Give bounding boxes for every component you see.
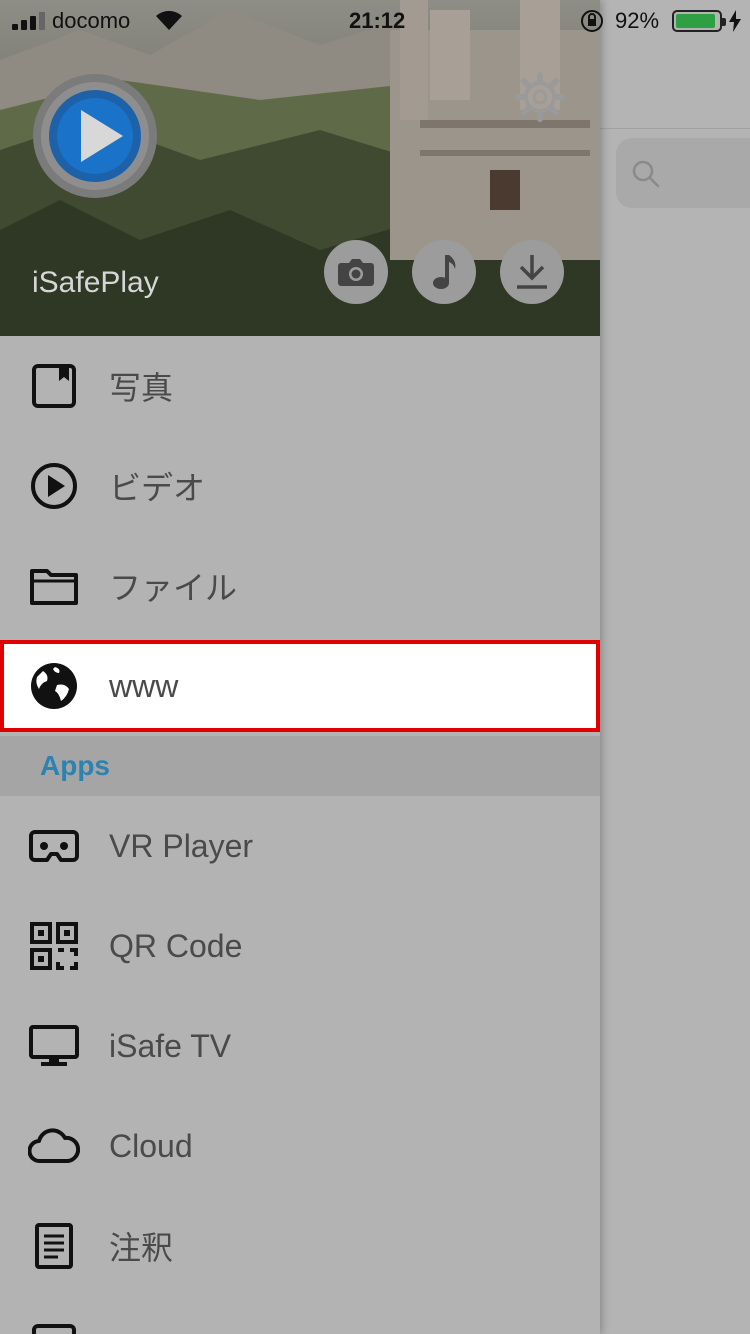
download-icon [517,255,547,289]
vr-headset-icon [29,830,79,862]
main-header-divider [600,128,750,129]
rotation-lock-icon [581,10,603,32]
menu-item-photos[interactable]: 写真 [0,336,600,436]
drawer-header: iSafePlay [0,0,600,336]
menu-item-cloud[interactable]: Cloud [0,1096,600,1196]
qr-code-icon [30,922,78,970]
download-button[interactable] [500,240,564,304]
section-title: Apps [40,750,110,781]
menu-item-video[interactable]: ビデオ [0,436,600,536]
battery-icon [672,10,726,32]
menu-item-qr-code[interactable]: QR Code [0,896,600,996]
menu-item-partial[interactable] [0,1296,600,1334]
menu-item-label: iSafe TV [109,1027,232,1064]
menu-item-label: QR Code [109,927,243,964]
carrier-name: docomo [52,8,131,33]
wifi-icon [156,10,182,30]
monitor-icon [29,1025,79,1066]
drawer-menu: 写真 ビデオ ファイル www Apps VR Player QR Code i… [0,336,600,1334]
menu-item-vr-player[interactable]: VR Player [0,796,600,896]
folder-icon [30,569,78,605]
menu-item-label: Cloud [109,1127,193,1164]
status-bar: docomo 21:12 92% [0,0,750,40]
menu-item-label: ファイル [109,570,238,606]
app-logo-icon [33,74,157,198]
menu-item-label: 注釈 [109,1230,174,1266]
apps-section-header: Apps [0,736,600,796]
camera-icon [338,259,374,286]
menu-item-www[interactable]: www [0,640,600,732]
main-search-bar[interactable] [616,138,750,208]
note-icon [35,1223,73,1269]
music-button[interactable] [412,240,476,304]
menu-item-notes[interactable]: 注釈 [0,1196,600,1296]
clock: 21:12 [349,8,406,33]
camera-button[interactable] [324,240,388,304]
play-circle-icon [31,463,77,509]
app-name: iSafePlay [32,266,159,299]
cloud-icon [28,1128,80,1163]
menu-item-isafe-tv[interactable]: iSafe TV [0,996,600,1096]
menu-item-files[interactable]: ファイル [0,536,600,636]
menu-item-label: 写真 [109,370,174,406]
menu-item-label: www [109,667,179,704]
menu-item-label: VR Player [109,827,254,864]
music-note-icon [433,255,456,289]
signal-strength-icon [12,12,45,30]
menu-item-label: ビデオ [109,470,206,506]
settings-gear-icon[interactable] [514,71,566,123]
globe-icon [31,663,77,709]
partial-item-icon [32,1324,76,1334]
charging-bolt-icon [729,10,741,32]
search-icon [632,160,660,188]
battery-percentage: 92% [615,8,660,33]
side-drawer: iSafePlay 写真 ビデオ ファイル www Apps VR Player… [0,0,600,1334]
photo-icon [32,364,76,408]
